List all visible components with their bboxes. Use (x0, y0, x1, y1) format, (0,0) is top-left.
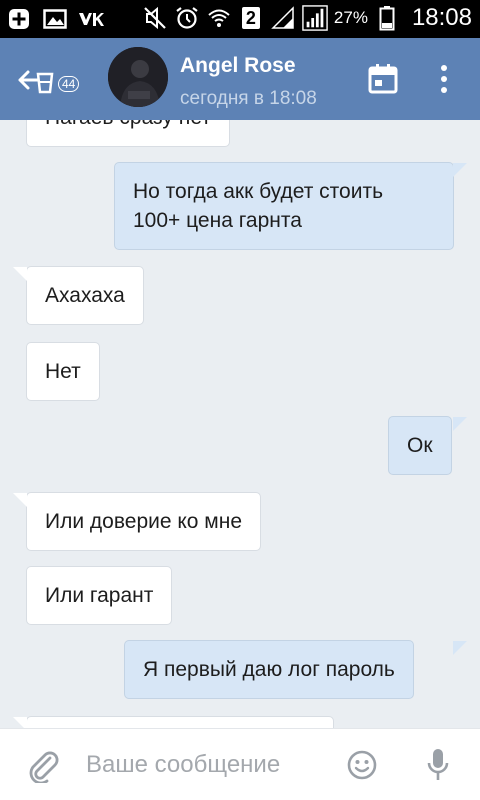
battery-percent: 27% (333, 8, 368, 27)
bubble-tail (453, 417, 467, 431)
sim-2-icon: 2 (238, 5, 264, 31)
back-button[interactable]: 44 (14, 56, 80, 104)
back-arrow-icon (18, 70, 40, 90)
calendar-icon (368, 64, 398, 94)
message-text: Нет (45, 360, 81, 383)
message-incoming[interactable]: Нагаев сразу нет (26, 120, 230, 147)
unread-count-badge: 44 (58, 76, 80, 92)
message-incoming[interactable] (26, 716, 334, 728)
coffee-cup-icon (36, 72, 54, 94)
bubble-tail (13, 267, 27, 281)
add-box-icon (6, 6, 32, 32)
message-incoming[interactable]: Или гарант (26, 566, 173, 625)
message-text: Я первый даю лог пароль (143, 658, 395, 681)
smiley-icon (347, 750, 377, 780)
message-input[interactable] (86, 747, 336, 783)
attach-button[interactable] (26, 749, 60, 785)
signal-icon (270, 5, 296, 31)
message-outgoing[interactable]: Но тогда акк будет стоить 100+ цена гарн… (114, 162, 454, 250)
image-icon (42, 6, 68, 32)
vk-icon (78, 6, 104, 32)
message-text: Ахахаха (45, 284, 125, 307)
battery-icon (374, 5, 400, 31)
voice-message-button[interactable] (426, 747, 450, 783)
message-text: Ок (407, 434, 433, 457)
more-vert-icon (441, 65, 447, 93)
message-outgoing[interactable]: Я первый даю лог пароль (124, 640, 414, 699)
status-bar: 2 27% 18:08 (0, 0, 480, 38)
message-outgoing[interactable]: Ок (388, 416, 452, 475)
message-incoming[interactable]: Или доверие ко мне (26, 492, 262, 551)
chat-header: 44 Angel Rose сегодня в 18:08 (0, 38, 480, 120)
contact-name[interactable]: Angel Rose (180, 54, 296, 78)
clock: 18:08 (411, 4, 472, 31)
more-options-button[interactable] (432, 62, 456, 96)
signal-icon (302, 5, 328, 31)
wifi-icon (206, 5, 232, 31)
alarm-icon (174, 5, 200, 31)
message-text: Но тогда акк будет стоить (133, 180, 384, 203)
mute-icon (142, 5, 168, 31)
message-incoming[interactable]: Нет (26, 342, 100, 401)
bubble-tail (13, 717, 27, 728)
sim-slot-label: 2 (245, 7, 256, 28)
message-text: Или гарант (45, 584, 154, 607)
message-incoming[interactable]: Ахахаха (26, 266, 144, 325)
message-text: Нагаев сразу нет (45, 120, 211, 129)
paperclip-icon (29, 751, 59, 785)
bubble-tail (13, 493, 27, 507)
last-seen: сегодня в 18:08 (180, 88, 317, 109)
bubble-tail (453, 641, 467, 655)
avatar[interactable] (108, 47, 168, 107)
calendar-button[interactable] (366, 62, 400, 96)
message-text: Или доверие ко мне (45, 510, 243, 533)
microphone-icon (427, 749, 449, 780)
bubble-tail (453, 163, 467, 177)
message-list[interactable]: Нагаев сразу нет Но тогда акк будет стои… (0, 120, 480, 728)
emoji-button[interactable] (346, 749, 378, 781)
message-composer (0, 728, 480, 800)
message-text: 100+ цена гарнта (133, 209, 302, 232)
